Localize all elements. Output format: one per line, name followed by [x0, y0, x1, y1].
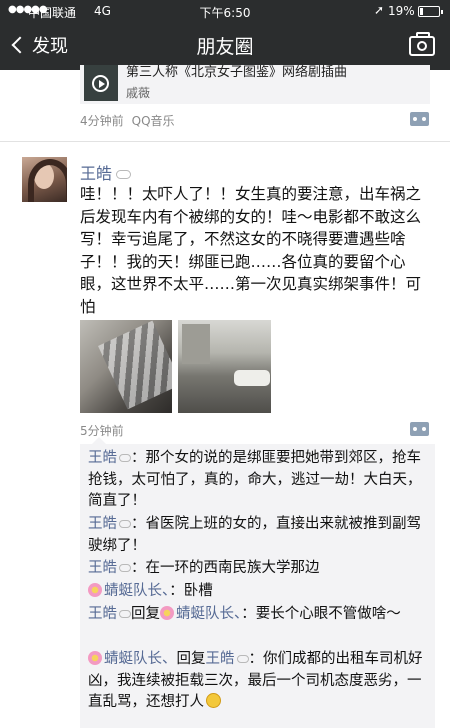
post-author[interactable]: 王皓: [80, 160, 132, 184]
reply-word: 回复: [131, 606, 160, 622]
comment-item[interactable]: 王皓 ：省医院上班的女的，直接出来就被推到副驾驶绑了！: [88, 514, 428, 557]
post-text: 哇！！！太吓人了！！女生真的要注意，出车祸之后发现车内有个被绑的女的！哇～电影都…: [80, 185, 422, 316]
comment-author[interactable]: 蜻蜓队长、: [104, 583, 169, 599]
chevron-left-icon: [11, 36, 29, 54]
shared-artist: 戚薇: [126, 86, 151, 100]
reply-word: 回复: [176, 651, 206, 667]
more-dots-icon[interactable]: [410, 422, 429, 436]
nav-bar: 发现 朋友圈: [0, 22, 450, 70]
camera-lens: [417, 41, 427, 51]
smile-emoji-icon: [206, 693, 221, 708]
comment-item[interactable]: 王皓 回复 蜻蜓队长、：要长个心眼不管做啥～: [88, 604, 428, 626]
play-icon: [92, 75, 109, 92]
flower-icon: [160, 606, 174, 620]
reply-target[interactable]: 蜻蜓队长、: [176, 606, 241, 622]
more-dots-icon[interactable]: [410, 112, 429, 126]
comment-text: ：要长个心眼不管做啥～: [241, 606, 401, 622]
prev-post-source[interactable]: QQ音乐: [132, 114, 175, 128]
comment-text: ：那个女的说的是绑匪要把她带到郊区，抢车抢钱，太可怕了，真的，命大，逃过一劫！大…: [88, 450, 422, 509]
cloud-icon: [236, 655, 249, 663]
prev-post-meta: 4分钟前 QQ音乐: [80, 112, 175, 129]
comment-item[interactable]: 蜻蜓队长、回复王皓 ：你们成都的出租车司机好凶，我连续被拒载三次，最后一个司机态度…: [88, 649, 428, 714]
comment-list: 王皓 ：那个女的说的是绑匪要把她带到郊区，抢车抢钱，太可怕了，真的，命大，逃过一劫…: [80, 437, 435, 728]
comment-text: ：在一环的西南民族大学那边: [131, 560, 320, 576]
cloud-icon: [116, 170, 132, 179]
comment-item[interactable]: 蜻蜓队长、：卧槽: [88, 581, 428, 603]
cloud-icon: [119, 520, 131, 528]
post-divider: [0, 141, 450, 142]
comment-text: ：卧槽: [169, 583, 213, 599]
post-image-2[interactable]: [178, 320, 271, 413]
back-button[interactable]: 发现: [8, 32, 68, 58]
comment-author[interactable]: 蜻蜓队长、: [104, 651, 177, 667]
cloud-icon: [119, 454, 131, 462]
comment-item[interactable]: 王皓 ：那个女的说的是绑匪要把她带到郊区，抢车抢钱，太可怕了，真的，命大，逃过一劫…: [88, 448, 428, 513]
avatar[interactable]: [22, 157, 67, 202]
shared-title: 第三人称《北京女子图鉴》网络剧插曲: [126, 65, 348, 80]
status-bar: ●●●●● 中国联通 4G 下午6:50 ➚ 19%: [0, 0, 450, 22]
comment-author[interactable]: 王皓: [88, 606, 117, 622]
comment-author[interactable]: 王皓: [88, 516, 117, 532]
music-thumbnail: [84, 65, 118, 101]
cloud-icon: [119, 610, 131, 618]
comment-author[interactable]: 王皓: [88, 560, 117, 576]
back-label: 发现: [32, 36, 68, 57]
post-image-1[interactable]: [80, 320, 172, 413]
top-bar: ●●●●● 中国联通 4G 下午6:50 ➚ 19% 发现 朋友圈: [0, 0, 450, 70]
flower-icon: [88, 583, 102, 597]
shared-music-card[interactable]: 第三人称《北京女子图鉴》网络剧插曲 戚薇: [80, 65, 430, 104]
comment-item[interactable]: 王皓 ：在一环的西南民族大学那边: [88, 558, 428, 580]
comment-author[interactable]: 王皓: [88, 450, 117, 466]
battery-percent: 19%: [388, 4, 415, 18]
cloud-icon: [119, 564, 131, 572]
comment-text: ：省医院上班的女的，直接出来就被推到副驾驶绑了！: [88, 516, 421, 554]
prev-post-time: 4分钟前: [80, 114, 124, 128]
location-arrow-icon: ➚: [374, 3, 385, 17]
battery-icon: [418, 6, 443, 17]
post-author-name: 王皓: [80, 164, 113, 183]
battery-fill: [420, 8, 423, 15]
reply-target[interactable]: 王皓: [206, 651, 235, 667]
camera-icon[interactable]: [409, 32, 435, 56]
flower-icon: [88, 651, 102, 665]
